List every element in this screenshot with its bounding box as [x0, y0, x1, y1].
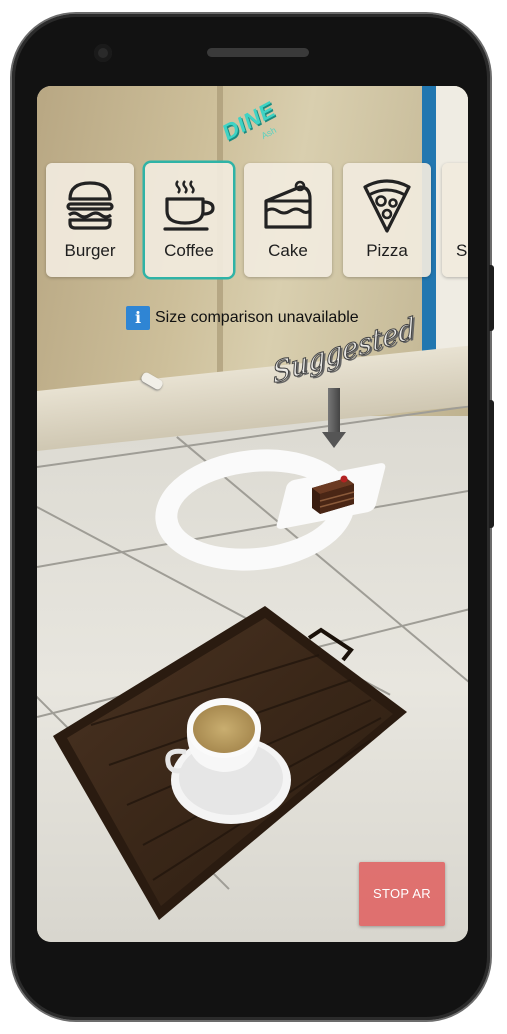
- cake-icon: [264, 180, 312, 229]
- menu-item-cake[interactable]: Cake: [244, 163, 332, 277]
- food-menu: Burger Coffee Cake Pizza S: [46, 163, 468, 279]
- menu-item-coffee[interactable]: Coffee: [145, 163, 233, 277]
- info-icon: i: [126, 306, 150, 330]
- ar-camera-view[interactable]: DINE Ash Burger Coffee Cake Pizza S i Si…: [37, 86, 468, 942]
- coffee-tray-model[interactable]: [51, 600, 411, 930]
- front-camera: [94, 44, 112, 62]
- earpiece-speaker: [207, 48, 309, 57]
- arrow-down-icon: [322, 432, 346, 448]
- logo-text: DINE: [220, 95, 279, 146]
- power-button: [489, 265, 494, 331]
- info-message: Size comparison unavailable: [155, 309, 359, 326]
- volume-button: [489, 400, 494, 528]
- coffee-icon: [163, 180, 215, 231]
- menu-item-label: S: [456, 241, 468, 260]
- menu-item-burger[interactable]: Burger: [46, 163, 134, 277]
- placement-arrow: [328, 388, 340, 434]
- menu-item-pizza[interactable]: Pizza: [343, 163, 431, 277]
- menu-item-label: Pizza: [366, 241, 408, 260]
- app-logo: DINE Ash: [213, 95, 293, 148]
- pizza-icon: [363, 179, 411, 233]
- size-info-banner: i Size comparison unavailable: [126, 306, 359, 330]
- menu-item-label: Burger: [64, 241, 116, 260]
- cake-slice-model[interactable]: [308, 474, 358, 516]
- menu-item-partial[interactable]: S: [442, 163, 468, 277]
- menu-item-label: Coffee: [164, 241, 214, 260]
- stop-ar-button[interactable]: STOP AR: [359, 862, 445, 926]
- burger-icon: [66, 181, 114, 230]
- menu-item-label: Cake: [268, 241, 308, 260]
